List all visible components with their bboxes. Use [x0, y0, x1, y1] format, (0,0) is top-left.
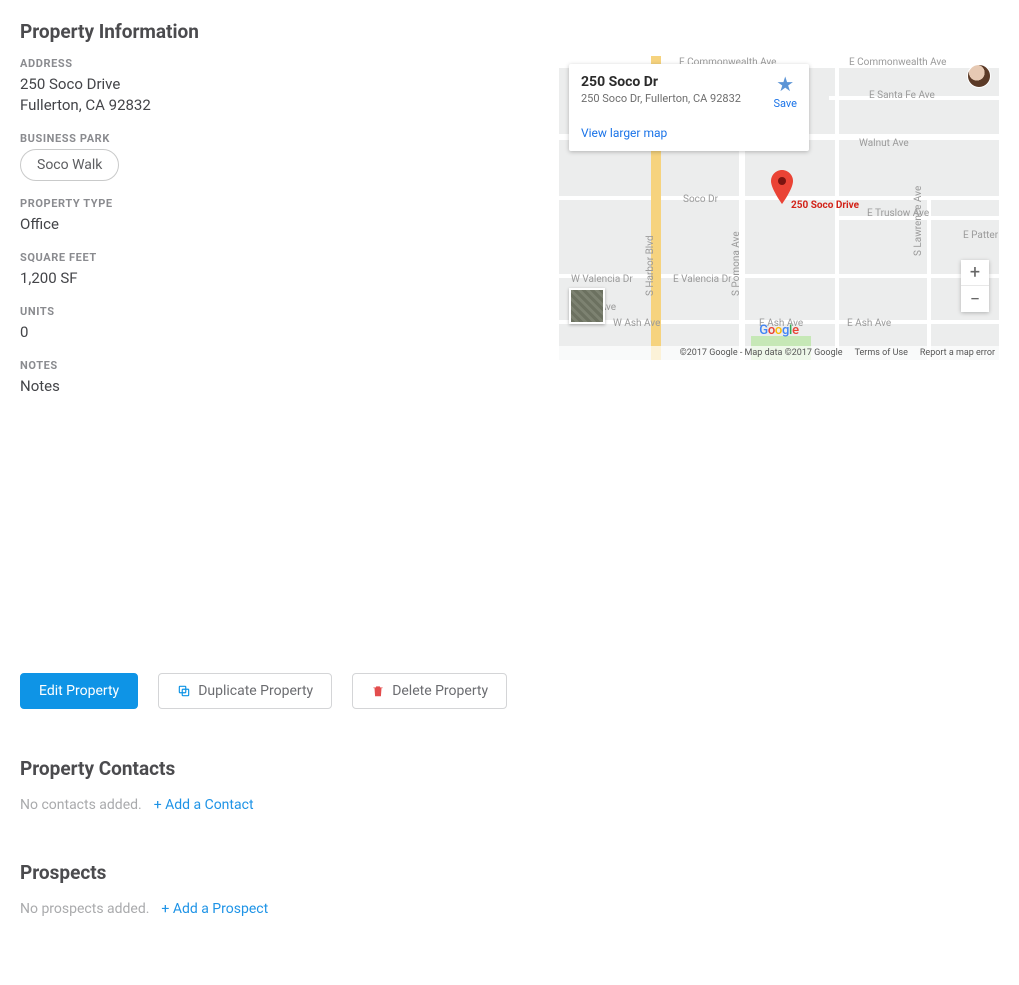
field-label-business-park: BUSINESS PARK — [20, 132, 535, 145]
edit-property-button[interactable]: Edit Property — [20, 673, 138, 709]
notes-value: Notes — [20, 376, 535, 397]
contacts-empty-text: No contacts added. — [20, 797, 142, 813]
field-label-property-type: PROPERTY TYPE — [20, 197, 535, 210]
map-info-subtitle: 250 Soco Dr, Fullerton, CA 92832 — [581, 92, 741, 105]
map-copyright: ©2017 Google - Map data ©2017 Google — [680, 348, 843, 358]
street-label: S Lawrence Ave — [913, 186, 924, 256]
map-info-title: 250 Soco Dr — [581, 74, 741, 90]
map-save-link[interactable]: Save — [773, 97, 797, 110]
units-value: 0 — [20, 322, 535, 343]
map[interactable]: E Commonwealth Ave E Commonwealth Ave E … — [559, 56, 999, 360]
street-label: E Commonwealth Ave — [849, 57, 946, 68]
field-square-feet: SQUARE FEET 1,200 SF — [20, 251, 535, 289]
field-label-address: ADDRESS — [20, 57, 535, 70]
copy-icon — [177, 684, 191, 698]
square-feet-value: 1,200 SF — [20, 268, 535, 289]
street-label: Walnut Ave — [859, 138, 909, 149]
duplicate-property-label: Duplicate Property — [198, 683, 313, 699]
property-contacts-heading: Property Contacts — [20, 757, 999, 780]
add-prospect-link[interactable]: + Add a Prospect — [161, 901, 268, 917]
business-park-pill[interactable]: Soco Walk — [20, 149, 119, 181]
street-label: S Pomona Ave — [731, 231, 742, 296]
field-address: ADDRESS 250 Soco Drive Fullerton, CA 928… — [20, 57, 535, 116]
map-pin-icon[interactable] — [771, 170, 793, 208]
address-line1: 250 Soco Drive — [20, 74, 535, 95]
property-type-value: Office — [20, 214, 535, 235]
field-label-square-feet: SQUARE FEET — [20, 251, 535, 264]
map-pin-label: 250 Soco Drive — [791, 200, 859, 211]
field-label-units: UNITS — [20, 305, 535, 318]
field-business-park: BUSINESS PARK Soco Walk — [20, 132, 535, 181]
prospects-empty-text: No prospects added. — [20, 901, 149, 917]
google-logo: Google — [759, 323, 798, 338]
field-notes: NOTES Notes — [20, 359, 535, 397]
delete-property-button[interactable]: Delete Property — [352, 673, 507, 709]
zoom-out-button[interactable]: − — [961, 286, 989, 312]
street-label: W Ash Ave — [613, 318, 660, 329]
field-units: UNITS 0 — [20, 305, 535, 343]
street-label: S Harbor Blvd — [645, 235, 656, 296]
zoom-in-button[interactable]: + — [961, 260, 989, 286]
map-satellite-toggle[interactable] — [569, 288, 605, 324]
address-line2: Fullerton, CA 92832 — [20, 95, 535, 116]
map-zoom-controls: + − — [961, 260, 989, 312]
street-label: Soco Dr — [683, 194, 718, 205]
street-label: E Valencia Dr — [673, 274, 732, 285]
map-attribution: ©2017 Google - Map data ©2017 Google Ter… — [559, 346, 999, 360]
delete-property-label: Delete Property — [392, 683, 488, 699]
property-information-heading: Property Information — [20, 20, 535, 43]
trash-icon — [371, 684, 385, 698]
map-terms-link[interactable]: Terms of Use — [855, 348, 908, 358]
duplicate-property-button[interactable]: Duplicate Property — [158, 673, 332, 709]
view-larger-map-link[interactable]: View larger map — [581, 126, 667, 140]
street-label: E Ash Ave — [847, 318, 891, 329]
map-info-card: 250 Soco Dr 250 Soco Dr, Fullerton, CA 9… — [569, 64, 809, 151]
street-label: E Patter — [963, 230, 998, 241]
prospects-heading: Prospects — [20, 861, 999, 884]
field-label-notes: NOTES — [20, 359, 535, 372]
street-label: E Santa Fe Ave — [869, 90, 935, 101]
street-label: W Valencia Dr — [571, 274, 633, 285]
avatar[interactable] — [967, 64, 991, 88]
add-contact-link[interactable]: + Add a Contact — [154, 797, 254, 813]
map-report-link[interactable]: Report a map error — [920, 348, 995, 358]
star-icon[interactable]: ★ — [776, 72, 794, 96]
field-property-type: PROPERTY TYPE Office — [20, 197, 535, 235]
edit-property-label: Edit Property — [39, 683, 119, 699]
